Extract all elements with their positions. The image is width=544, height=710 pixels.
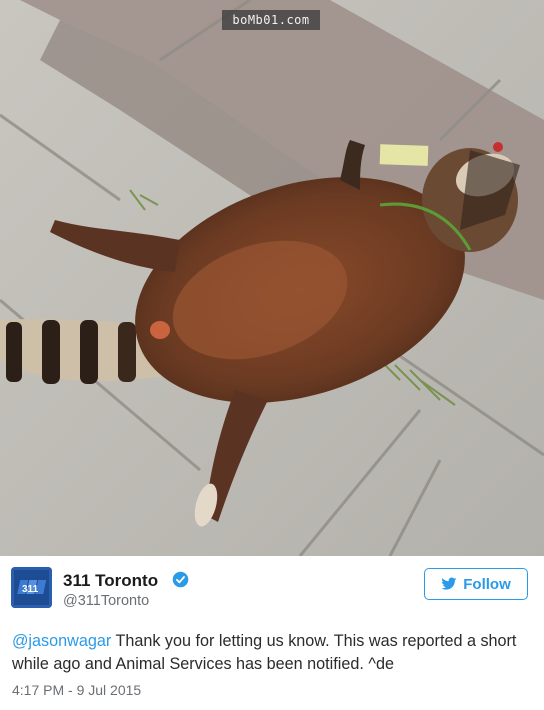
follow-button[interactable]: Follow — [424, 568, 528, 600]
tweet-text: @jasonwagar Thank you for letting us kno… — [12, 630, 532, 676]
avatar-311-logo-icon: 311 — [11, 567, 52, 608]
twitter-bird-icon — [441, 577, 457, 590]
user-handle[interactable]: @311Toronto — [63, 593, 149, 609]
tweet-timestamp[interactable]: 4:17 PM - 9 Jul 2015 — [12, 682, 141, 698]
tweet-photo[interactable]: boMb01.com — [0, 0, 544, 556]
raccoon-photo-illustration — [0, 0, 544, 556]
avatar-text: 311 — [22, 584, 39, 595]
avatar[interactable]: 311 — [11, 567, 52, 608]
display-name[interactable]: 311 Toronto — [63, 571, 158, 591]
follow-label: Follow — [463, 575, 511, 593]
watermark: boMb01.com — [222, 10, 320, 30]
mention-link[interactable]: @jasonwagar — [12, 632, 111, 650]
verified-badge-icon — [172, 571, 189, 588]
